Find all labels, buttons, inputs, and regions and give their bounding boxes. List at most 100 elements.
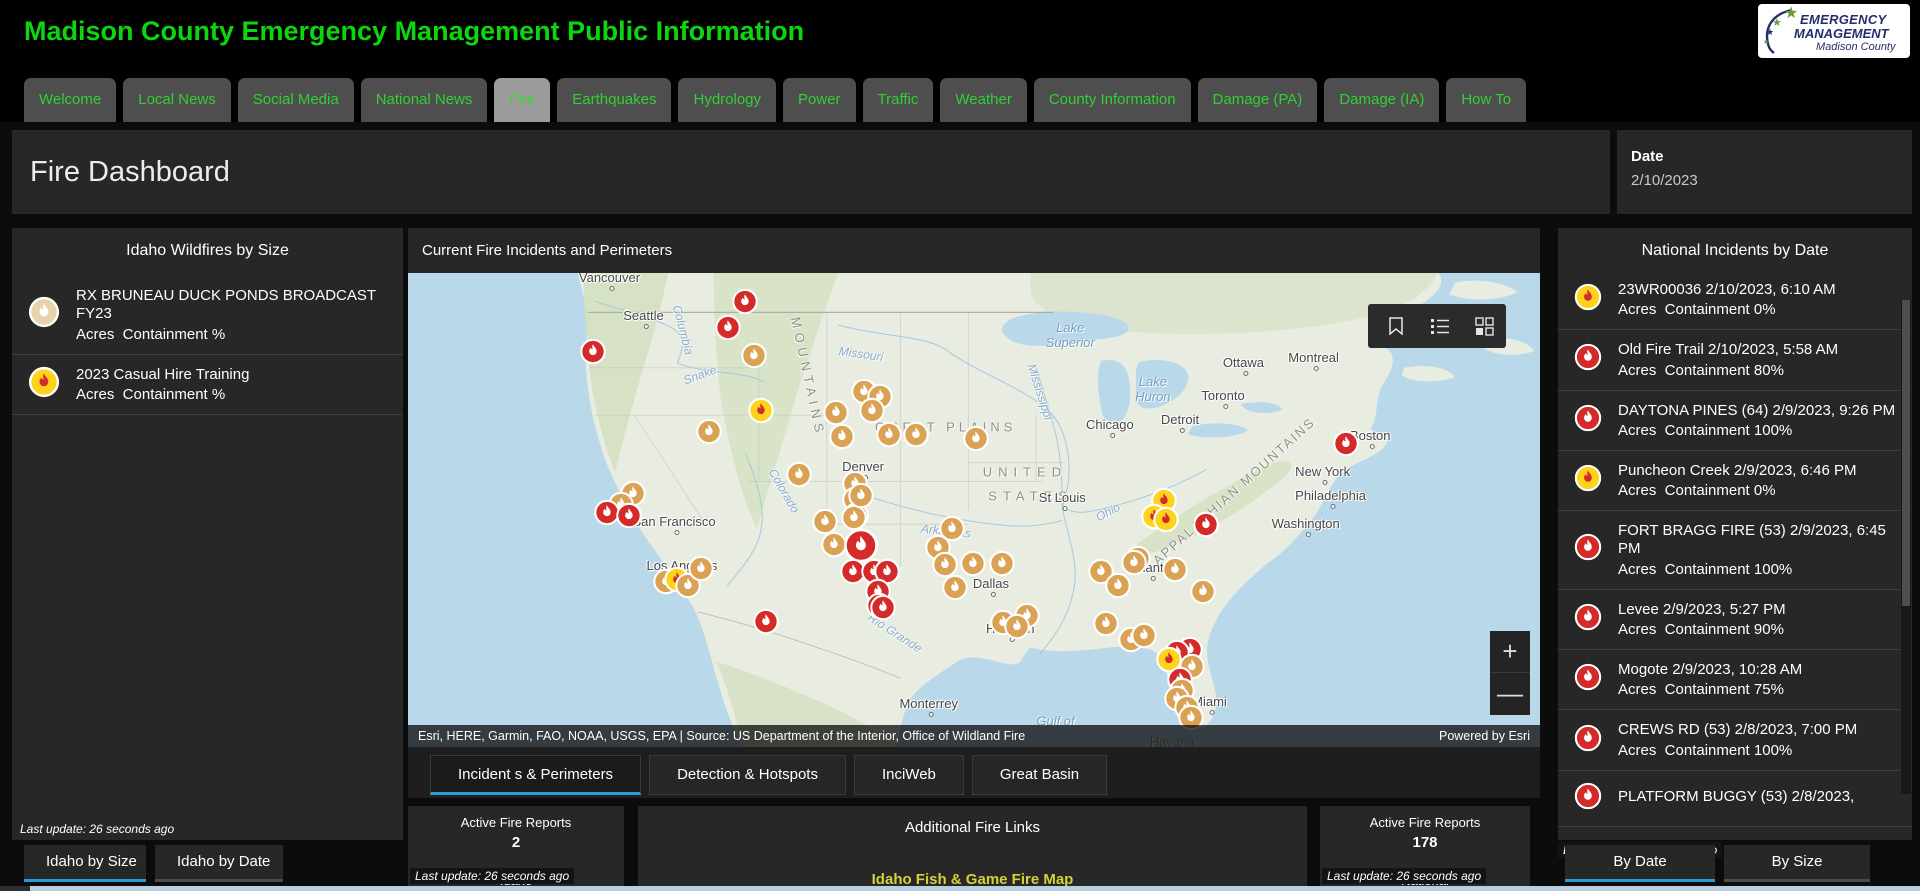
fire-marker-t[interactable] xyxy=(903,421,930,453)
fire-marker-y[interactable] xyxy=(1153,506,1180,538)
fire-marker-r[interactable] xyxy=(715,314,742,346)
fire-marker-t[interactable] xyxy=(1093,610,1120,642)
fire-marker-t[interactable] xyxy=(688,555,715,587)
fire-marker-t[interactable] xyxy=(696,418,723,450)
tab-social-media[interactable]: Social Media xyxy=(237,78,354,122)
list-item[interactable]: PLATFORM BUGGY (53) 2/8/2023, xyxy=(1558,771,1912,827)
list-item[interactable]: Puncheon Creek 2/9/2023, 6:46 PM Acres Co… xyxy=(1558,451,1912,512)
list-item[interactable]: Old Fire Trail 2/10/2023, 5:58 AM Acres C… xyxy=(1558,330,1912,391)
map-tab-incident-s-perimeters[interactable]: Incident s & Perimeters xyxy=(430,755,642,795)
tab-how-to[interactable]: How To xyxy=(1446,78,1527,122)
fire-marker-t[interactable] xyxy=(847,482,874,514)
idaho-wildfires-list: RX BRUNEAU DUCK PONDS BROADCAST FY23 Acre… xyxy=(12,276,403,415)
fire-marker-t[interactable] xyxy=(876,421,903,453)
idaho-tabs: Idaho by Size Idaho by Date xyxy=(24,845,283,882)
zoom-out-button[interactable]: — xyxy=(1490,673,1530,715)
tab-fire[interactable]: Fire xyxy=(494,78,551,122)
fire-icon xyxy=(1574,283,1602,316)
fire-dashboard-app: Madison County Emergency Management Publ… xyxy=(0,0,1920,891)
map-city-philadelphia: Philadelphia xyxy=(1295,488,1366,509)
incident-name: PLATFORM BUGGY (53) 2/8/2023, xyxy=(1618,788,1855,806)
fire-marker-t[interactable] xyxy=(1189,578,1216,610)
national-incidents-title: National Incidents by Date xyxy=(1641,242,1829,259)
date-label: Date xyxy=(1631,148,1664,165)
zoom-in-button[interactable]: + xyxy=(1490,631,1530,673)
fire-icon xyxy=(1574,533,1602,566)
list-item[interactable]: 23WR00036 2/10/2023, 6:10 AM Acres Contai… xyxy=(1558,270,1912,331)
tab-idaho-by-date[interactable]: Idaho by Date xyxy=(155,845,283,882)
map-tab-great-basin[interactable]: Great Basin xyxy=(971,755,1108,795)
incident-detail: Acres Containment 0% xyxy=(1618,482,1776,500)
incident-detail: Acres Containment 90% xyxy=(1618,621,1784,639)
map-tab-detection-hotspots[interactable]: Detection & Hotspots xyxy=(649,755,846,795)
bookmark-icon xyxy=(1389,317,1403,335)
list-item[interactable]: RX BRUNEAU DUCK PONDS BROADCAST FY23 Acre… xyxy=(12,276,403,355)
list-item[interactable]: Levee 2/9/2023, 5:27 PM Acres Containment… xyxy=(1558,590,1912,651)
fire-marker-t[interactable] xyxy=(1162,556,1189,588)
tab-earthquakes[interactable]: Earthquakes xyxy=(557,78,672,122)
tab-national-news[interactable]: National News xyxy=(360,78,488,122)
incidents-scrollbar-thumb[interactable] xyxy=(1902,300,1910,607)
fire-marker-t[interactable] xyxy=(1004,613,1031,645)
national-tabs: By Date By Size xyxy=(1565,845,1870,882)
fire-marker-t[interactable] xyxy=(989,550,1016,582)
horizontal-scrollbar[interactable] xyxy=(30,886,1920,891)
idaho-stats-panel: Active Fire Reports 2 Idaho Last update:… xyxy=(408,806,624,891)
list-item[interactable]: DAYTONA PINES (64) 2/9/2023, 9:26 PM Acre… xyxy=(1558,391,1912,451)
idaho-wildfires-title: Idaho Wildfires by Size xyxy=(126,242,289,259)
tab-damage-pa-[interactable]: Damage (PA) xyxy=(1197,78,1318,122)
incident-name: 2023 Casual Hire Training xyxy=(76,365,250,383)
fire-marker-r[interactable] xyxy=(579,338,606,370)
logo-line3: Madison County xyxy=(1816,41,1896,53)
fire-marker-t[interactable] xyxy=(741,342,768,374)
incident-name: FORT BRAGG FIRE (53) 2/9/2023, 6:45 PM xyxy=(1618,522,1886,558)
fire-icon xyxy=(1574,782,1602,815)
fire-marker-t[interactable] xyxy=(963,425,990,457)
fire-marker-r[interactable] xyxy=(870,594,897,626)
tab-county-information[interactable]: County Information xyxy=(1033,78,1191,122)
basemap-gallery-button[interactable] xyxy=(1462,304,1506,348)
tab-traffic[interactable]: Traffic xyxy=(862,78,934,122)
tab-damage-ia-[interactable]: Damage (IA) xyxy=(1324,78,1440,122)
city-dot xyxy=(609,285,615,291)
fire-marker-t[interactable] xyxy=(941,574,968,606)
fire-marker-t[interactable] xyxy=(1120,549,1147,581)
incident-detail: Acres Containment 0% xyxy=(1618,301,1776,319)
map-city-montreal: Montreal xyxy=(1288,350,1339,372)
map-city-monterrey: Monterrey xyxy=(899,696,958,718)
list-item[interactable]: Mogote 2/9/2023, 10:28 AM Acres Containme… xyxy=(1558,650,1912,711)
map-tab-strip: Incident s & Perimeters Detection & Hotsp… xyxy=(408,747,1540,798)
tab-by-size[interactable]: By Size xyxy=(1724,845,1870,882)
main-tab-bar: Welcome Local News Social Media National Ne… xyxy=(24,75,1527,122)
incident-detail: Acres Containment % xyxy=(76,325,226,343)
bookmarks-button[interactable] xyxy=(1374,304,1418,348)
map-tab-inciweb[interactable]: InciWeb xyxy=(853,755,964,795)
incident-detail: Acres Containment % xyxy=(76,385,226,403)
list-item[interactable]: FORT BRAGG FIRE (53) 2/9/2023, 6:45 PM Ac… xyxy=(1558,511,1912,590)
incident-detail: Acres Containment 80% xyxy=(1618,361,1784,379)
fire-marker-t[interactable] xyxy=(785,461,812,493)
legend-button[interactable] xyxy=(1418,304,1462,348)
incidents-scrollbar[interactable] xyxy=(1901,300,1911,794)
tab-power[interactable]: Power xyxy=(783,78,856,122)
fire-marker-r[interactable] xyxy=(1333,430,1360,462)
scrollbar-corner xyxy=(0,886,30,891)
list-item[interactable]: 2023 Casual Hire Training Acres Containme… xyxy=(12,355,403,415)
tab-hydrology[interactable]: Hydrology xyxy=(678,78,777,122)
list-item[interactable]: CREWS RD (53) 2/8/2023, 7:00 PM Acres Con… xyxy=(1558,710,1912,771)
tab-welcome[interactable]: Welcome xyxy=(24,78,117,122)
map-label-united: UNITED xyxy=(982,464,1068,480)
tab-weather[interactable]: Weather xyxy=(940,78,1027,122)
tab-by-date[interactable]: By Date xyxy=(1565,845,1715,882)
fire-marker-t[interactable] xyxy=(828,423,855,455)
fire-incidents-map[interactable]: GREAT PLAINS UNITED STATES MOUNTAINS APPALAC… xyxy=(408,273,1540,747)
fire-marker-y[interactable] xyxy=(748,397,775,429)
fire-marker-t[interactable] xyxy=(1130,622,1157,654)
fire-marker-r[interactable] xyxy=(752,608,779,640)
tab-idaho-by-size[interactable]: Idaho by Size xyxy=(24,845,146,882)
tab-local-news[interactable]: Local News xyxy=(123,78,231,122)
fire-marker-r[interactable] xyxy=(615,502,642,534)
map-city-toronto: Toronto xyxy=(1201,388,1245,410)
fire-marker-r[interactable] xyxy=(1193,511,1220,543)
national-stats-value: 178 xyxy=(1412,834,1438,851)
